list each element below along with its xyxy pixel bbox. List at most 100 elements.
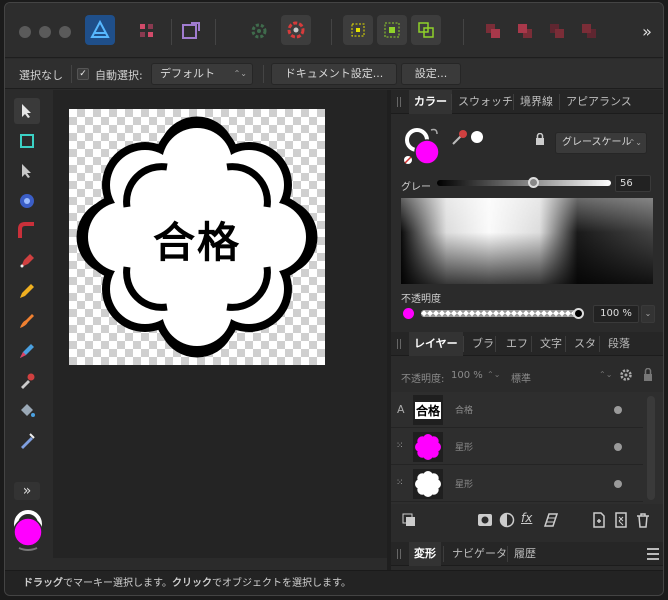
layer-name: 合格	[455, 406, 474, 416]
tab-effects[interactable]: エフ	[501, 332, 533, 356]
node-tool-icon[interactable]	[14, 158, 40, 184]
panel-grip-icon[interactable]	[397, 339, 401, 349]
fill-bucket-tool-icon[interactable]	[14, 398, 40, 424]
layer-thumbnail	[413, 432, 443, 462]
zoom-window-button[interactable]	[59, 26, 71, 38]
settings-button[interactable]: 設定...	[401, 63, 461, 85]
tab-swatches[interactable]: スウォッチ	[453, 90, 518, 114]
fill-stroke-swatch[interactable]	[11, 504, 45, 552]
gray-slider-thumb[interactable]	[528, 177, 540, 188]
mask-layer-icon[interactable]	[477, 512, 493, 528]
opacity-slider[interactable]	[421, 310, 577, 317]
tab-transform[interactable]: 変形	[409, 542, 441, 566]
auto-select-dropdown[interactable]: デフォルト ⌃⌄	[151, 63, 253, 85]
fill-tool-icon[interactable]	[14, 338, 40, 364]
color-spectrum[interactable]	[401, 198, 653, 284]
arrange-forward-icon[interactable]	[543, 17, 571, 45]
move-tool-icon[interactable]	[14, 98, 40, 124]
pixel-persona-icon[interactable]	[133, 17, 161, 45]
arrange-backward-icon[interactable]	[575, 17, 603, 45]
context-toolbar: 選択なし ✓ 自動選択: デフォルト ⌃⌄ ドキュメント設定... 設定...	[5, 59, 663, 89]
add-layer-icon[interactable]	[591, 512, 607, 528]
tools-expand-icon[interactable]: »	[14, 482, 40, 500]
lock-icon[interactable]	[535, 132, 545, 145]
blend-mode-value[interactable]: 標準	[511, 370, 531, 385]
color-mode-dropdown[interactable]: グレースケール ⌃⌄	[555, 132, 647, 154]
chevron-updown-icon: ⌃⌄	[599, 370, 613, 379]
tab-character[interactable]: 文字	[535, 332, 567, 356]
canvas-area[interactable]: 合格	[53, 90, 387, 558]
corner-tool-icon[interactable]	[14, 218, 40, 244]
live-filter-icon[interactable]	[543, 512, 559, 528]
chevron-updown-icon: ⌃⌄	[487, 370, 501, 379]
layer-row[interactable]: ⁙ 星形	[391, 429, 643, 465]
fx-icon[interactable]: fx	[521, 511, 532, 525]
group-layer-icon[interactable]	[613, 512, 629, 528]
arrange-front-icon[interactable]	[511, 17, 539, 45]
layers-panel: レイヤー ブラ エフ 文字 スタ 段落 不透明度: 100 % ⌃⌄ 標準 ⌃⌄…	[391, 332, 663, 537]
transform-panel-tabs: 変形 ナビゲータ 履歴	[391, 542, 663, 566]
minimize-window-button[interactable]	[39, 26, 51, 38]
arrange-back-icon[interactable]	[479, 17, 507, 45]
tab-styles[interactable]: スタ	[569, 332, 601, 356]
snapping-icon[interactable]	[281, 15, 311, 45]
point-transform-tool-icon[interactable]	[14, 188, 40, 214]
export-persona-icon[interactable]	[177, 17, 205, 45]
color-panel: カラー スウォッチ 境界線 アピアランス グレースケール ⌃⌄ グレー 56 不…	[391, 90, 663, 331]
designer-persona-icon[interactable]	[85, 15, 115, 45]
status-click: クリック	[172, 578, 212, 589]
layer-row[interactable]: ⁙ 星形	[391, 466, 643, 502]
adjustment-icon[interactable]	[499, 512, 515, 528]
layer-row[interactable]: A 合格 合格	[391, 392, 643, 428]
gray-label: グレー	[401, 182, 431, 193]
opacity-slider-thumb[interactable]	[573, 308, 584, 319]
color-picker-tool-icon[interactable]	[14, 368, 40, 394]
layer-lock-icon[interactable]	[643, 367, 653, 381]
toolbar-overflow-icon[interactable]: »	[633, 17, 661, 45]
layers-footer: fx	[391, 504, 663, 537]
pencil-tool-icon[interactable]	[14, 278, 40, 304]
layers-scrollbar[interactable]	[647, 396, 655, 500]
tab-navigator[interactable]: ナビゲータ	[447, 542, 512, 566]
transparency-tool-icon[interactable]	[14, 428, 40, 454]
layer-opacity-label: 不透明度:	[401, 374, 445, 385]
visibility-toggle[interactable]	[614, 406, 622, 414]
shape-layer-icon: ⁙	[396, 478, 404, 488]
tab-history[interactable]: 履歴	[509, 542, 541, 566]
geometry-icon[interactable]	[411, 15, 441, 45]
document-settings-button[interactable]: ドキュメント設定...	[271, 63, 397, 85]
panel-grip-icon[interactable]	[397, 549, 401, 559]
arrange-layers-icon[interactable]	[401, 512, 417, 528]
tools-panel: »	[5, 90, 51, 578]
layer-opacity-value[interactable]: 100 %	[451, 370, 483, 381]
opacity-dropdown-icon[interactable]: ⌄	[641, 305, 655, 323]
tab-layers[interactable]: レイヤー	[409, 332, 463, 356]
tab-appearance[interactable]: アピアランス	[561, 90, 637, 114]
fill-stroke-selector[interactable]	[403, 126, 443, 166]
panel-grip-icon[interactable]	[397, 97, 401, 107]
trash-icon[interactable]	[635, 512, 651, 528]
vector-brush-tool-icon[interactable]	[14, 308, 40, 334]
auto-select-checkbox[interactable]: ✓	[77, 68, 89, 80]
stamp-text: 合格	[152, 218, 241, 267]
visibility-toggle[interactable]	[614, 443, 622, 451]
opacity-value-field[interactable]: 100 %	[593, 305, 639, 323]
document-canvas[interactable]: 合格	[69, 109, 325, 365]
artboard-tool-icon[interactable]	[14, 128, 40, 154]
panel-menu-icon[interactable]	[647, 548, 659, 560]
opacity-color-dot	[403, 308, 414, 319]
visibility-toggle[interactable]	[614, 480, 622, 488]
pen-tool-icon[interactable]	[14, 248, 40, 274]
layer-settings-gear-icon[interactable]	[619, 368, 633, 382]
align-icon[interactable]	[343, 15, 373, 45]
layers-list: A 合格 合格 ⁙ 星形 ⁙ 星形	[391, 392, 663, 504]
gear-icon[interactable]	[245, 17, 273, 45]
gray-slider[interactable]	[437, 180, 611, 186]
tab-paragraph[interactable]: 段落	[603, 332, 635, 356]
grid-icon[interactable]	[377, 15, 407, 45]
close-window-button[interactable]	[19, 26, 31, 38]
gray-value-field[interactable]: 56	[615, 175, 651, 192]
tab-stroke[interactable]: 境界線	[515, 90, 558, 114]
color-picker-icon[interactable]	[451, 128, 483, 146]
tab-color[interactable]: カラー	[409, 90, 452, 114]
